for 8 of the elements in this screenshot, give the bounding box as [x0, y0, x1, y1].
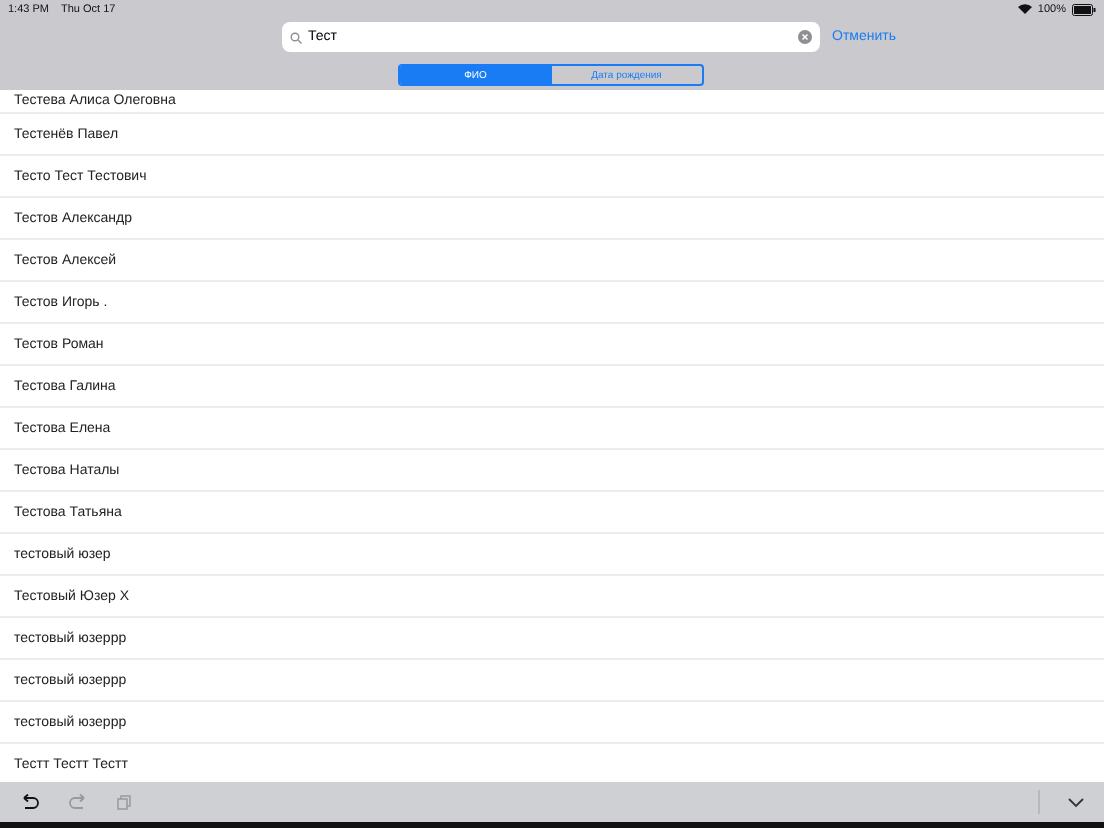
clear-icon[interactable] [798, 30, 812, 44]
paste-icon[interactable] [116, 794, 132, 810]
redo-icon[interactable] [68, 794, 88, 810]
search-icon [290, 31, 302, 43]
undo-icon[interactable] [20, 794, 40, 810]
battery-icon [1072, 3, 1096, 15]
chevron-down-icon[interactable] [1068, 797, 1084, 807]
wifi-icon [1017, 4, 1032, 14]
